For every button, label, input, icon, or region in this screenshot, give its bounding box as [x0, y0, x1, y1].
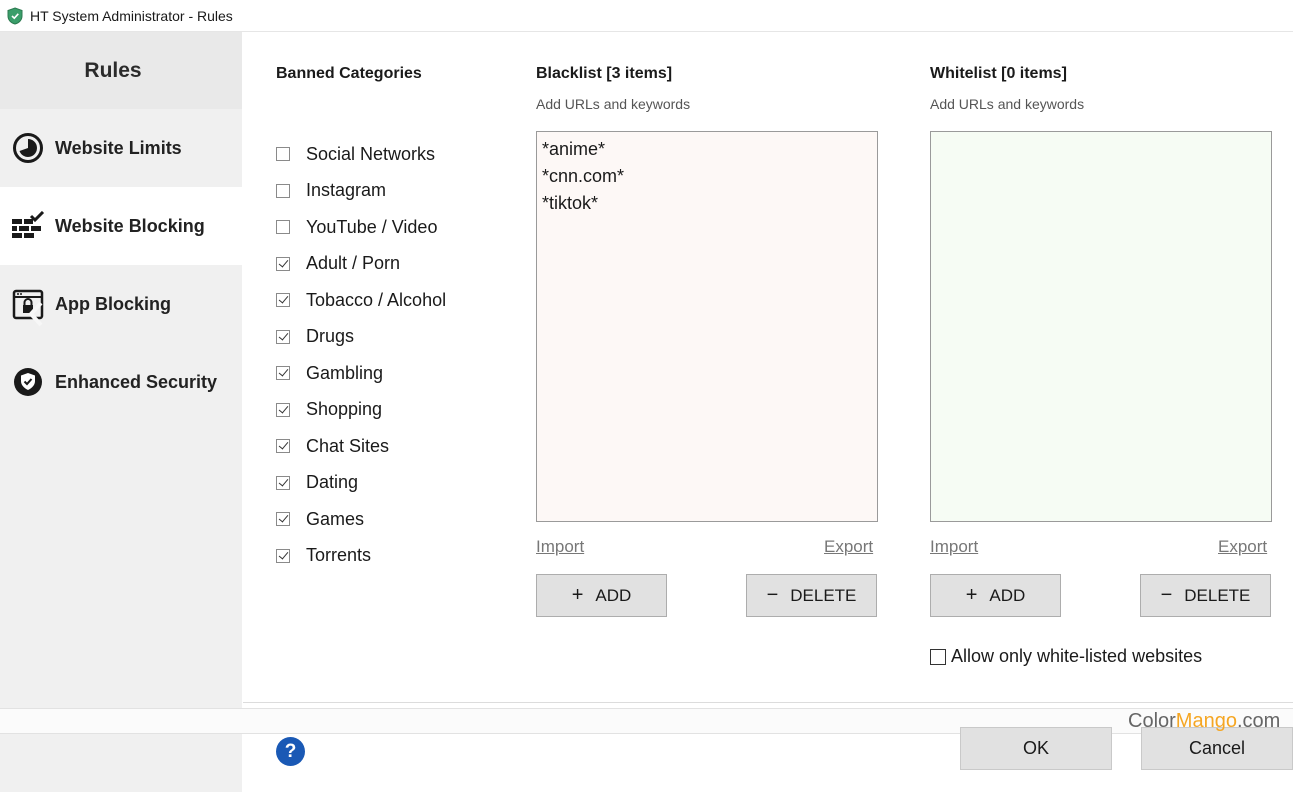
category-list: Social Networks Instagram YouTube / Vide… — [276, 136, 446, 574]
category-label: Adult / Porn — [306, 253, 401, 274]
category-instagram[interactable]: Instagram — [276, 173, 446, 210]
checkbox[interactable] — [276, 293, 290, 308]
window-title: HT System Administrator - Rules — [30, 7, 233, 24]
title-bar: HT System Administrator - Rules — [0, 0, 1293, 32]
watermark-accent: Mango — [1175, 710, 1237, 732]
checkbox[interactable] — [276, 402, 290, 417]
category-label: Social Networks — [306, 143, 436, 164]
ok-button[interactable]: OK — [960, 727, 1112, 770]
category-tobacco-alcohol[interactable]: Tobacco / Alcohol — [276, 282, 446, 319]
sidebar-item-website-limits[interactable]: Website Limits — [0, 109, 242, 187]
category-label: Games — [306, 508, 365, 529]
sidebar-item-label: Enhanced Security — [55, 371, 218, 392]
checkbox[interactable] — [276, 329, 290, 344]
sidebar-item-enhanced-security[interactable]: Enhanced Security — [0, 343, 242, 421]
whitelist-add-button[interactable]: + ADD — [930, 574, 1061, 617]
app-shield-icon — [7, 6, 23, 25]
banned-categories-title: Banned Categories — [276, 65, 422, 82]
category-gambling[interactable]: Gambling — [276, 355, 446, 392]
plus-icon: + — [571, 584, 584, 606]
whitelist-listbox[interactable] — [930, 131, 1272, 522]
button-label: ADD — [595, 585, 632, 605]
checkbox[interactable] — [276, 256, 290, 271]
minus-icon: − — [766, 584, 779, 606]
category-shopping[interactable]: Shopping — [276, 392, 446, 429]
category-torrents[interactable]: Torrents — [276, 538, 446, 575]
sidebar-item-label: App Blocking — [55, 293, 171, 314]
clock-icon — [11, 131, 45, 165]
sidebar-title: Rules — [84, 58, 142, 82]
sidebar-header: Rules — [0, 32, 242, 109]
watermark-part: .com — [1236, 710, 1281, 732]
button-label: ADD — [989, 585, 1026, 605]
category-label: Dating — [306, 472, 359, 493]
sidebar-item-label: Website Limits — [55, 137, 182, 158]
category-label: Drugs — [306, 326, 355, 347]
watermark-part: Color — [1128, 710, 1176, 732]
list-item[interactable]: *anime* — [542, 136, 872, 163]
checkbox[interactable] — [276, 220, 290, 235]
blacklist-listbox[interactable]: *anime* *cnn.com* *tiktok* — [536, 131, 878, 522]
category-label: Shopping — [306, 399, 383, 420]
whitelist-title: Whitelist [0 items] — [930, 65, 1067, 82]
category-drugs[interactable]: Drugs — [276, 319, 446, 356]
allow-only-whitelisted-label: Allow only white-listed websites — [951, 646, 1203, 666]
button-label: DELETE — [1184, 585, 1251, 605]
footer-sidebar-area — [0, 734, 242, 792]
blacklist-import-link[interactable]: Import — [536, 537, 584, 557]
category-social-networks[interactable]: Social Networks — [276, 136, 446, 173]
category-label: Instagram — [306, 180, 387, 201]
whitelist-export-link[interactable]: Export — [1218, 537, 1267, 557]
blacklist-delete-button[interactable]: − DELETE — [746, 574, 877, 617]
minus-icon: − — [1160, 584, 1173, 606]
category-label: Tobacco / Alcohol — [306, 289, 447, 310]
chevron-left-icon[interactable] — [26, 300, 46, 328]
category-dating[interactable]: Dating — [276, 465, 446, 502]
allow-only-whitelisted-checkbox[interactable]: Allow only white-listed websites — [930, 646, 1202, 667]
category-label: YouTube / Video — [306, 216, 438, 237]
sidebar: Rules Website Limits Website Blocking Ap… — [0, 32, 242, 708]
checkbox[interactable] — [276, 439, 290, 454]
category-youtube-video[interactable]: YouTube / Video — [276, 209, 446, 246]
checkbox[interactable] — [276, 183, 290, 198]
button-label: DELETE — [790, 585, 857, 605]
cancel-button[interactable]: Cancel — [1141, 727, 1293, 770]
blocked-wall-icon — [11, 209, 45, 243]
shield-check-icon — [11, 365, 45, 399]
category-label: Gambling — [306, 362, 384, 383]
checkbox[interactable] — [276, 366, 290, 381]
checkbox[interactable] — [276, 475, 290, 490]
whitelist-delete-button[interactable]: − DELETE — [1140, 574, 1271, 617]
checkbox[interactable] — [276, 512, 290, 527]
checkbox[interactable] — [930, 648, 946, 665]
sidebar-item-website-blocking[interactable]: Website Blocking — [0, 187, 242, 265]
category-adult-porn[interactable]: Adult / Porn — [276, 246, 446, 283]
blacklist-export-link[interactable]: Export — [824, 537, 873, 557]
whitelist-import-link[interactable]: Import — [930, 537, 978, 557]
list-item[interactable]: *cnn.com* — [542, 163, 872, 190]
plus-icon: + — [965, 584, 978, 606]
divider — [243, 702, 1293, 703]
list-item[interactable]: *tiktok* — [542, 190, 872, 217]
category-games[interactable]: Games — [276, 501, 446, 538]
category-label: Chat Sites — [306, 435, 390, 456]
watermark: ColorMango.com — [1128, 710, 1280, 733]
whitelist-subtitle: Add URLs and keywords — [930, 96, 1085, 112]
blacklist-add-button[interactable]: + ADD — [536, 574, 667, 617]
category-label: Torrents — [306, 545, 372, 566]
checkbox[interactable] — [276, 548, 290, 563]
category-chat-sites[interactable]: Chat Sites — [276, 428, 446, 465]
sidebar-item-label: Website Blocking — [55, 215, 205, 236]
blacklist-subtitle: Add URLs and keywords — [536, 96, 691, 112]
checkbox[interactable] — [276, 147, 290, 162]
help-button[interactable]: ? — [276, 737, 305, 766]
blacklist-title: Blacklist [3 items] — [536, 65, 673, 82]
